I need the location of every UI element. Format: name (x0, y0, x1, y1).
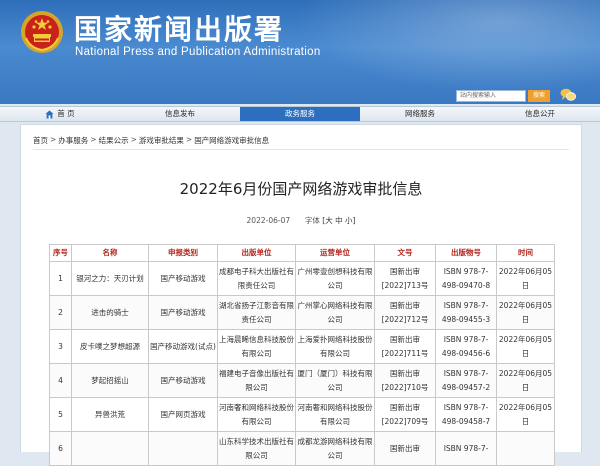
font-size-large[interactable]: [大 (322, 216, 332, 225)
nav-home[interactable]: 首 页 (0, 107, 120, 121)
search-button[interactable]: 搜索 (528, 90, 550, 102)
cell-isbn: ISBN 978-7-498-09456-6 (435, 329, 497, 364)
article-title: 2022年6月份国产网络游戏审批信息 (179, 180, 423, 198)
cell-date: 2022年06月05日 (496, 261, 555, 296)
table-header-row: 序号 名称 申报类别 出版单位 运营单位 文号 出版物号 时间 (49, 244, 555, 262)
col-header-index: 序号 (49, 244, 72, 262)
col-header-category: 申报类别 (148, 244, 218, 262)
col-header-date: 时间 (496, 244, 555, 262)
cell-doc-number: 国新出审 (374, 431, 436, 466)
cell-isbn: ISBN 978-7-498-09458-7 (435, 397, 497, 432)
breadcrumb-results[interactable]: 结果公示 (99, 135, 129, 146)
cell-doc-number: 国新出审[2022]713号 (374, 261, 436, 296)
cell-isbn: ISBN 978-7-498-09455-3 (435, 295, 497, 330)
chat-bubbles-icon[interactable] (560, 88, 576, 102)
font-size-label: 字体 (304, 216, 320, 225)
nav-info-release[interactable]: 信息发布 (120, 107, 240, 121)
cell-date (496, 431, 555, 466)
breadcrumb-divider (33, 149, 569, 150)
cell-publisher: 福建电子音像出版社有限公司 (217, 363, 296, 398)
cell-name: 异兽洪荒 (71, 397, 149, 432)
breadcrumb-service[interactable]: 办事服务 (58, 135, 88, 146)
cell-date: 2022年06月05日 (496, 329, 555, 364)
nav-network-service[interactable]: 网络服务 (360, 107, 480, 121)
cell-category (148, 431, 218, 466)
col-header-operator: 运营单位 (295, 244, 375, 262)
cell-date: 2022年06月05日 (496, 397, 555, 432)
cell-category: 国产移动游戏 (148, 363, 218, 398)
cell-date: 2022年06月05日 (496, 295, 555, 330)
cell-isbn: ISBN 978-7-498-09470-8 (435, 261, 497, 296)
font-size-small[interactable]: 小] (345, 216, 355, 225)
national-emblem-icon (21, 11, 63, 53)
nav-info-disclosure[interactable]: 信息公开 (480, 107, 600, 121)
home-icon (45, 109, 54, 119)
table-row: 1 银河之力：天刃计划 国产移动游戏 成都电子科大出版社有限责任公司 广州零壹创想科技有… (49, 261, 555, 296)
cell-publisher: 成都电子科大出版社有限责任公司 (217, 261, 296, 296)
cell-category: 国产移动游戏 (148, 295, 218, 330)
nav-government-service[interactable]: 政务服务 (240, 107, 360, 121)
main-nav: 首 页 信息发布 政务服务 网络服务 信息公开 (0, 106, 600, 122)
table-row: 6 山东科学技术出版社有限公司 成都龙游网络科技有限公司 国新出审 ISBN 978-7… (49, 431, 555, 466)
site-title-cn: 国家新闻出版署 (74, 13, 285, 46)
table-row: 4 梦起招摇山 国产移动游戏 福建电子音像出版社有限公司 厦门（厦门）科技有限公司 国新出… (49, 363, 555, 398)
cell-index: 2 (49, 295, 72, 330)
table-row: 2 进击的骑士 国产移动游戏 湖北省扬子江影音有限责任公司 广州掌心网络科技有限公司 国新… (49, 295, 555, 330)
col-header-publisher: 出版单位 (217, 244, 296, 262)
cell-name: 梦起招摇山 (71, 363, 149, 398)
content-panel: 首页 > 办事服务 > 结果公示 > 游戏审批结果 > 国产网络游戏审批信息 2022年… (20, 124, 582, 466)
cell-index: 5 (49, 397, 72, 432)
table-row: 5 异兽洪荒 国产网页游戏 河南奢和网络科技股份有限公司 河南奢和网络科技股份有限公司国… (49, 397, 555, 432)
cell-isbn: ISBN 978-7- (435, 431, 497, 466)
nav-home-label: 首 页 (57, 109, 75, 118)
cell-category: 国产移动游戏(试点) (148, 329, 218, 364)
breadcrumb-game-approval[interactable]: 游戏审批结果 (139, 135, 184, 146)
breadcrumb: 首页 > 办事服务 > 结果公示 > 游戏审批结果 > 国产网络游戏审批信息 (33, 135, 270, 146)
site-title-en: National Press and Publication Administr… (75, 46, 321, 58)
cell-index: 3 (49, 329, 72, 364)
cell-name: 进击的骑士 (71, 295, 149, 330)
cell-publisher: 河南奢和网络科技股份有限公司 (217, 397, 296, 432)
cell-index: 4 (49, 363, 72, 398)
cell-name (71, 431, 149, 466)
article-meta: 2022-06-07 字体 [大 中 小] (21, 215, 581, 226)
font-size-medium[interactable]: 中 (335, 216, 343, 225)
cell-index: 1 (49, 261, 72, 296)
cell-publisher: 山东科学技术出版社有限公司 (217, 431, 296, 466)
cell-isbn: ISBN 978-7-498-09457-2 (435, 363, 497, 398)
breadcrumb-current[interactable]: 国产网络游戏审批信息 (194, 135, 269, 146)
article-date: 2022-06-07 (246, 216, 291, 225)
cell-index: 6 (49, 431, 72, 466)
cell-name: 皮卡噗之梦想超源 (71, 329, 149, 364)
cell-date: 2022年06月05日 (496, 363, 555, 398)
cell-operator: 河南奢和网络科技股份有限公司 (295, 397, 375, 432)
site-header: 国家新闻出版署 National Press and Publication A… (0, 0, 600, 104)
cell-doc-number: 国新出审[2022]711号 (374, 329, 436, 364)
col-header-isbn: 出版物号 (435, 244, 497, 262)
cell-publisher: 上海晨晞信息科技股份有限公司 (217, 329, 296, 364)
cell-category: 国产移动游戏 (148, 261, 218, 296)
breadcrumb-home[interactable]: 首页 (33, 135, 48, 146)
cell-doc-number: 国新出审[2022]712号 (374, 295, 436, 330)
col-header-name: 名称 (71, 244, 149, 262)
cell-operator: 成都龙游网络科技有限公司 (295, 431, 375, 466)
search-input[interactable]: 站内搜索输入 (456, 90, 526, 102)
table-row: 3 皮卡噗之梦想超源 国产移动游戏(试点) 上海晨晞信息科技股份有限公司 上海爱扑网络科… (49, 329, 555, 364)
cell-name: 银河之力：天刃计划 (71, 261, 149, 296)
cell-category: 国产网页游戏 (148, 397, 218, 432)
cell-operator: 厦门（厦门）科技有限公司 (295, 363, 375, 398)
cell-doc-number: 国新出审[2022]710号 (374, 363, 436, 398)
col-header-doc-number: 文号 (374, 244, 436, 262)
cell-operator: 广州掌心网络科技有限公司 (295, 295, 375, 330)
approval-table: 序号 名称 申报类别 出版单位 运营单位 文号 出版物号 时间 1 银河之力：天刃… (49, 244, 555, 466)
cell-doc-number: 国新出审[2022]709号 (374, 397, 436, 432)
cell-publisher: 湖北省扬子江影音有限责任公司 (217, 295, 296, 330)
cell-operator: 广州零壹创想科技有限公司 (295, 261, 375, 296)
cell-operator: 上海爱扑网络科技股份有限公司 (295, 329, 375, 364)
